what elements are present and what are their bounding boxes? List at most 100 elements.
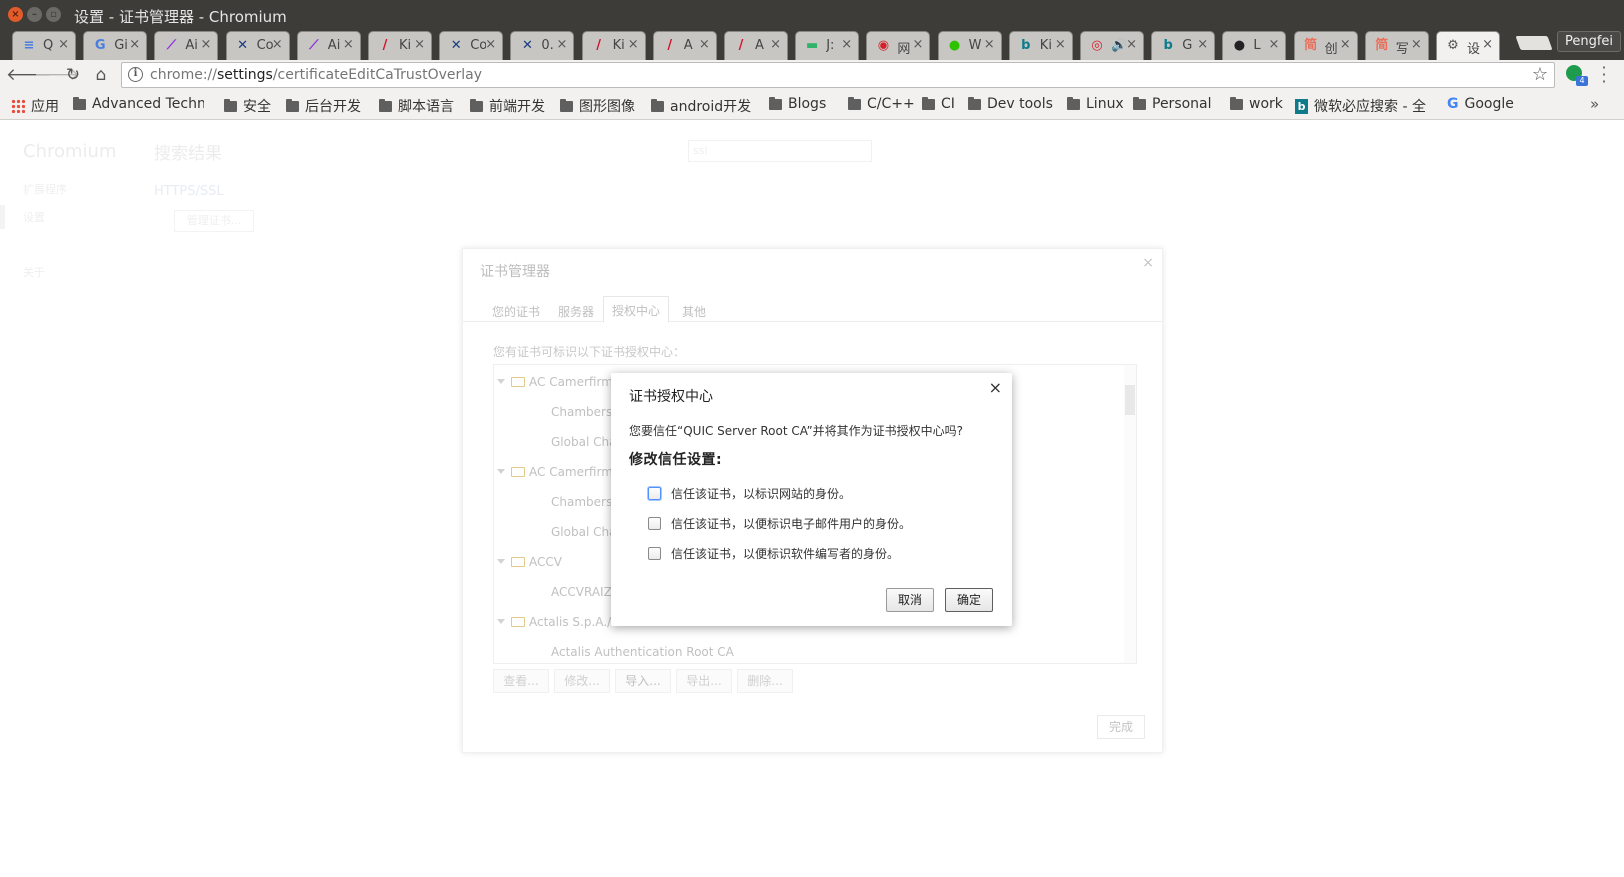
ok-button[interactable]: 确定: [945, 588, 993, 612]
expand-triangle-icon[interactable]: [497, 559, 505, 564]
browser-tab[interactable]: ✕ Co ×: [225, 31, 290, 60]
browser-tab[interactable]: G Gi ×: [83, 31, 148, 60]
tab-close-icon[interactable]: ×: [984, 37, 995, 52]
tree-scrollbar-thumb[interactable]: [1125, 385, 1135, 415]
tree-cert-row[interactable]: Actalis Authentication Root CA: [551, 645, 734, 659]
browser-tab[interactable]: ▬ J: ×: [795, 31, 860, 60]
address-bar[interactable]: i chrome://settings/certificateEditCaTru…: [121, 62, 1555, 88]
sidebar-item-settings[interactable]: 设置: [23, 209, 45, 225]
bookmark-item[interactable]: 脚本语言: [379, 96, 454, 116]
browser-tab[interactable]: ✕ Co ×: [439, 31, 504, 60]
tree-group-row[interactable]: AC Camerfirma: [497, 465, 620, 479]
sidebar-item-about[interactable]: 关于: [23, 264, 45, 280]
bookmark-item[interactable]: Personal: [1133, 96, 1212, 112]
browser-tab[interactable]: 简写 ×: [1364, 31, 1429, 60]
bookmark-item[interactable]: b 微软必应搜索 - 全: [1295, 96, 1444, 116]
export-button[interactable]: 导出...: [676, 669, 732, 693]
browser-tab[interactable]: ⟋ Ai ×: [296, 31, 361, 60]
tab-close-icon[interactable]: ×: [485, 37, 496, 52]
browser-tab[interactable]: ✕ 0. ×: [510, 31, 575, 60]
manage-certificates-button[interactable]: 管理证书...: [174, 210, 254, 232]
bookmark-item[interactable]: Blogs: [769, 96, 826, 112]
bookmark-item[interactable]: android开发: [651, 96, 751, 116]
tree-cert-row[interactable]: ACCVRAIZ1: [551, 585, 619, 599]
tab-close-icon[interactable]: ×: [200, 37, 211, 52]
tab-close-icon[interactable]: ×: [770, 37, 781, 52]
tab-authorities[interactable]: 授权中心: [603, 296, 670, 323]
tab-others[interactable]: 其他: [682, 303, 706, 320]
browser-tab[interactable]: b G ×: [1151, 31, 1216, 60]
tab-close-icon[interactable]: ×: [628, 37, 639, 52]
tab-close-icon[interactable]: ×: [1411, 37, 1422, 52]
window-minimize-button[interactable]: –: [27, 7, 42, 22]
browser-tab[interactable]: ≡ Q ×: [12, 31, 76, 60]
settings-search-input[interactable]: ssl: [688, 140, 872, 162]
trust-website-checkbox-row[interactable]: 信任该证书，以标识网站的身份。: [648, 485, 851, 502]
bookmark-star-icon[interactable]: ☆: [1532, 64, 1548, 85]
trust-software-checkbox-row[interactable]: 信任该证书，以便标识软件编写者的身份。: [648, 545, 899, 562]
bookmark-item[interactable]: work: [1230, 96, 1283, 112]
delete-button[interactable]: 删除...: [737, 669, 793, 693]
browser-menu-icon[interactable]: · · ·: [1601, 60, 1607, 90]
tab-close-icon[interactable]: ×: [1268, 37, 1279, 52]
bookmark-item[interactable]: 应用: [11, 96, 59, 116]
tree-group-row[interactable]: AC Camerfirma: [497, 375, 620, 389]
address-url[interactable]: chrome://settings/certificateEditCaTrust…: [150, 67, 482, 83]
tab-your-certificates[interactable]: 您的证书: [492, 303, 540, 320]
bookmark-item[interactable]: C/C++: [848, 96, 915, 112]
browser-tab[interactable]: ⚙ 设 ×: [1436, 31, 1500, 60]
tab-close-icon[interactable]: ×: [1340, 37, 1351, 52]
browser-tab[interactable]: 简创 ×: [1293, 31, 1358, 60]
bookmark-item[interactable]: CI: [922, 96, 955, 112]
bookmark-item[interactable]: 图形图像: [560, 96, 635, 116]
tab-close-icon[interactable]: ×: [1126, 37, 1137, 52]
bookmark-item[interactable]: 后台开发: [286, 96, 361, 116]
tab-close-icon[interactable]: ×: [556, 37, 567, 52]
profile-button[interactable]: Pengfei: [1557, 31, 1621, 52]
tree-group-row[interactable]: ACCV: [497, 555, 562, 569]
browser-tab[interactable]: / Ki ×: [368, 31, 432, 60]
bookmark-item[interactable]: G Google: [1447, 96, 1514, 112]
tab-close-icon[interactable]: ×: [343, 37, 354, 52]
tab-close-icon[interactable]: ×: [1055, 37, 1066, 52]
new-tab-button[interactable]: [1515, 36, 1553, 50]
trust-website-checkbox[interactable]: [648, 487, 661, 500]
browser-tab[interactable]: / Ki ×: [581, 31, 646, 60]
trust-email-checkbox[interactable]: [648, 517, 661, 530]
done-button[interactable]: 完成: [1097, 715, 1145, 739]
tab-close-icon[interactable]: ×: [912, 37, 923, 52]
tab-close-icon[interactable]: ×: [841, 37, 852, 52]
tab-close-icon[interactable]: ×: [699, 37, 710, 52]
browser-tab[interactable]: ⟋ Ai ×: [154, 31, 219, 60]
trust-software-checkbox[interactable]: [648, 547, 661, 560]
home-button[interactable]: ⌂: [90, 64, 112, 86]
browser-tab[interactable]: b Ki ×: [1008, 31, 1073, 60]
import-button[interactable]: 导入...: [615, 669, 671, 693]
bookmark-item[interactable]: Advanced Techno: [73, 96, 204, 112]
bookmark-item[interactable]: 安全: [224, 96, 271, 116]
sidebar-item-extensions[interactable]: 扩展程序: [23, 181, 67, 197]
tab-servers[interactable]: 服务器: [558, 303, 594, 320]
browser-tab[interactable]: ● W ×: [937, 31, 1002, 60]
tab-close-icon[interactable]: ×: [414, 37, 425, 52]
browser-tab[interactable]: ◎ 🔊 ×: [1080, 31, 1144, 60]
cancel-button[interactable]: 取消: [886, 588, 934, 612]
expand-triangle-icon[interactable]: [497, 379, 505, 384]
tree-scrollbar[interactable]: [1124, 365, 1136, 663]
back-button[interactable]: 🡐: [6, 64, 52, 86]
cert-manager-close-icon[interactable]: ×: [1142, 255, 1154, 271]
window-close-button[interactable]: ×: [8, 7, 23, 22]
reload-button[interactable]: ↻: [62, 64, 84, 86]
bookmarks-overflow-icon[interactable]: »: [1590, 95, 1599, 113]
bookmark-item[interactable]: Linux: [1067, 96, 1124, 112]
browser-tab[interactable]: ◉ 网 ×: [866, 31, 931, 60]
tab-close-icon[interactable]: ×: [1482, 37, 1493, 52]
forward-button[interactable]: 🡒: [34, 64, 80, 86]
view-button[interactable]: 查看...: [493, 669, 549, 693]
window-maximize-button[interactable]: ▫: [46, 7, 61, 22]
ca-trust-close-icon[interactable]: ×: [989, 378, 1002, 397]
browser-tab[interactable]: ● L ×: [1222, 31, 1287, 60]
tab-close-icon[interactable]: ×: [1197, 37, 1208, 52]
browser-tab[interactable]: / A ×: [724, 31, 788, 60]
expand-triangle-icon[interactable]: [497, 619, 505, 624]
